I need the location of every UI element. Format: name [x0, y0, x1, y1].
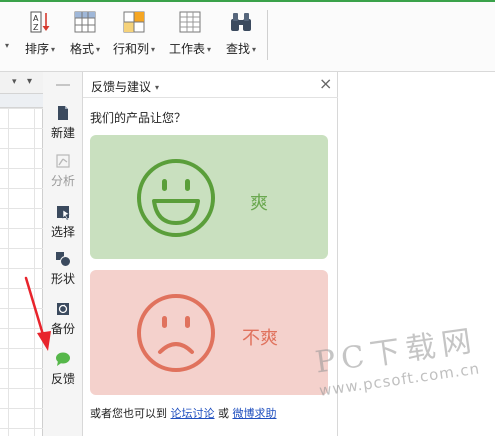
unsatisfied-option-button[interactable]: 不爽 [90, 270, 328, 395]
chevron-down-icon[interactable]: ▾ [5, 41, 9, 50]
sheet-column-header [0, 94, 43, 108]
weibo-help-link[interactable]: 微博求助 [233, 407, 277, 420]
satisfied-option-button[interactable]: 爽 [90, 135, 328, 259]
task-new-button[interactable]: 新建 [43, 105, 83, 145]
task-analyze-label: 分析 [50, 174, 75, 188]
corner-dropdown-icon[interactable]: ▾ [27, 76, 32, 87]
select-icon [57, 206, 70, 220]
chevron-down-icon: ▾ [207, 45, 212, 54]
row-column-button[interactable]: 行和列 ▾ [110, 8, 158, 66]
analyze-icon [56, 154, 70, 168]
svg-text:Z: Z [33, 23, 39, 32]
ribbon-separator [267, 10, 268, 60]
happy-face-icon [137, 159, 215, 237]
row-column-icon [123, 11, 145, 33]
task-analyze-button[interactable]: 分析 [43, 153, 83, 193]
shape-icon [56, 252, 71, 267]
task-select-label: 选择 [50, 225, 75, 239]
row-column-label: 行和列 [112, 42, 149, 56]
task-feedback-label: 反馈 [50, 372, 75, 386]
feedback-footer: 或者您也可以到 论坛讨论 或 微博求助 [90, 405, 277, 421]
task-backup-button[interactable]: 备份 [43, 301, 83, 341]
ribbon-accent-line [0, 0, 495, 2]
backup-icon [57, 303, 69, 315]
feedback-panel: 反馈与建议 ▾ × 我们的产品让您？ 爽 不爽 或者您也可以到 论坛讨论 或 微博… [83, 72, 338, 436]
sad-face-icon [137, 294, 215, 372]
task-select-button[interactable]: 选择 [43, 204, 83, 244]
footer-or: 或 [218, 407, 229, 420]
find-label: 查找 [225, 42, 250, 56]
chevron-down-icon: ▾ [96, 45, 101, 54]
spreadsheet-area[interactable]: ▾ ▾ [0, 72, 43, 436]
format-button[interactable]: 格式 ▾ [64, 8, 106, 66]
format-label: 格式 [69, 42, 94, 56]
ribbon-toolbar: ▾ A Z 排序 ▾ 格式 ▾ 行和列 ▾ 工作表 ▾ 查找 ▾ [0, 0, 495, 72]
panel-header: 反馈与建议 ▾ × [83, 72, 338, 98]
task-pane-bar: 新建 分析 选择 形状 备份 反馈 [43, 72, 83, 436]
task-shape-button[interactable]: 形状 [43, 251, 83, 291]
panel-title[interactable]: 反馈与建议 ▾ [91, 78, 159, 95]
sort-az-icon: A Z [30, 11, 50, 33]
grip-handle[interactable] [56, 84, 70, 86]
worksheet-icon [179, 11, 201, 33]
feedback-question: 我们的产品让您？ [90, 111, 187, 125]
panel-title-text: 反馈与建议 [91, 80, 152, 94]
worksheet-button[interactable]: 工作表 ▾ [166, 8, 214, 66]
worksheet-label: 工作表 [168, 42, 205, 56]
chevron-down-icon: ▾ [151, 45, 156, 54]
chevron-down-icon[interactable]: ▾ [12, 77, 17, 87]
task-feedback-button[interactable]: 反馈 [43, 351, 83, 391]
binoculars-icon [231, 13, 251, 31]
sheet-header: ▾ ▾ [0, 72, 43, 94]
new-doc-icon [58, 106, 68, 120]
task-backup-label: 备份 [50, 322, 75, 336]
sheet-grid[interactable] [0, 108, 43, 436]
format-icon [74, 11, 96, 33]
close-icon[interactable]: × [319, 76, 332, 92]
sort-label: 排序 [24, 42, 49, 56]
satisfied-label: 爽 [250, 193, 268, 214]
chevron-down-icon: ▾ [155, 83, 160, 92]
feedback-bubble-icon [56, 352, 70, 366]
task-new-label: 新建 [50, 126, 75, 140]
svg-text:A: A [33, 14, 39, 23]
chevron-down-icon: ▾ [252, 45, 257, 54]
forum-discussion-link[interactable]: 论坛讨论 [171, 407, 215, 420]
footer-prefix: 或者您也可以到 [90, 407, 167, 420]
unsatisfied-label: 不爽 [242, 328, 278, 349]
find-button[interactable]: 查找 ▾ [220, 8, 262, 66]
chevron-down-icon: ▾ [51, 45, 56, 54]
task-shape-label: 形状 [50, 272, 75, 286]
sort-button[interactable]: A Z 排序 ▾ [20, 8, 60, 66]
